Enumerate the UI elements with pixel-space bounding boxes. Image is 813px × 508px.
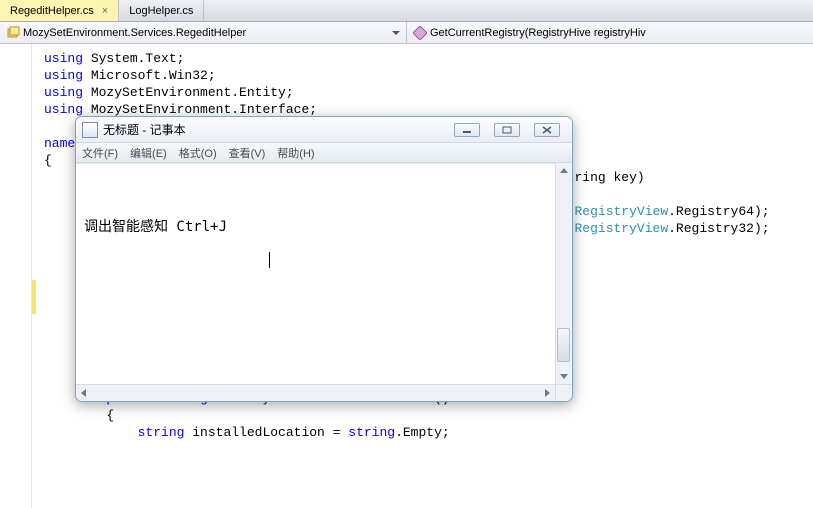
menu-help[interactable]: 帮助(H)	[277, 145, 314, 161]
editor-gutter	[0, 44, 32, 508]
tab-regedithelper[interactable]: RegeditHelper.cs ×	[0, 0, 119, 21]
notepad-icon	[82, 122, 98, 138]
tab-label: RegeditHelper.cs	[10, 5, 94, 17]
notepad-window[interactable]: 无标题 - 记事本 文件(F) 编辑(E) 格式(O) 查看(V) 帮助(H) …	[75, 116, 573, 402]
scrollbar-vertical[interactable]	[555, 163, 572, 384]
tab-label: LogHelper.cs	[129, 5, 193, 17]
method-icon	[413, 26, 427, 40]
scroll-corner	[555, 384, 572, 401]
notepad-textarea[interactable]: 调出智能感知 Ctrl+J	[76, 163, 555, 384]
notepad-menu: 文件(F) 编辑(E) 格式(O) 查看(V) 帮助(H)	[76, 143, 572, 163]
type-selector[interactable]: MozySetEnvironment.Services.RegeditHelpe…	[0, 22, 407, 43]
menu-file[interactable]: 文件(F)	[82, 145, 118, 161]
notepad-title-text: 无标题 - 记事本	[103, 121, 186, 138]
navigation-bar: MozySetEnvironment.Services.RegeditHelpe…	[0, 22, 813, 44]
member-selector[interactable]: GetCurrentRegistry(RegistryHive registry…	[407, 22, 813, 43]
notepad-titlebar[interactable]: 无标题 - 记事本	[76, 117, 572, 143]
menu-edit[interactable]: 编辑(E)	[130, 145, 167, 161]
crumb-left-text: MozySetEnvironment.Services.RegeditHelpe…	[23, 27, 246, 39]
modified-marker	[32, 280, 36, 314]
menu-format[interactable]: 格式(O)	[179, 145, 217, 161]
tab-bar: RegeditHelper.cs × LogHelper.cs	[0, 0, 813, 22]
minimize-button[interactable]	[454, 123, 480, 137]
scroll-thumb[interactable]	[557, 328, 570, 362]
crumb-right-text: GetCurrentRegistry(RegistryHive registry…	[430, 27, 646, 39]
tab-loghelper[interactable]: LogHelper.cs	[119, 0, 204, 21]
close-icon[interactable]: ×	[102, 5, 108, 17]
maximize-button[interactable]	[494, 123, 520, 137]
close-button[interactable]	[534, 123, 560, 137]
scrollbar-horizontal[interactable]	[76, 384, 555, 401]
menu-view[interactable]: 查看(V)	[229, 145, 266, 161]
class-icon	[6, 26, 20, 40]
text-caret	[269, 252, 270, 268]
chevron-down-icon	[392, 31, 400, 35]
notepad-body: 调出智能感知 Ctrl+J	[76, 163, 572, 401]
